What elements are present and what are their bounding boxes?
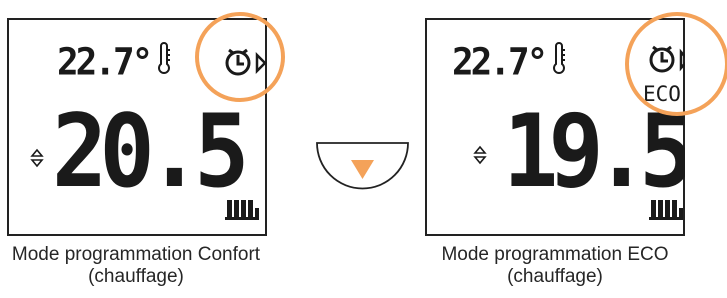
caption-line1: Mode programmation Confort bbox=[11, 244, 261, 265]
room-temperature: 22.7° bbox=[452, 40, 545, 84]
caption-line2: (chauffage) bbox=[88, 266, 184, 287]
caption-eco: Mode programmation ECO (chauffage) bbox=[405, 244, 705, 288]
caption-line2: (chauffage) bbox=[507, 266, 603, 287]
caption-line1: Mode programmation ECO bbox=[441, 244, 669, 265]
thermostat-screen-eco: 22.7° ECO 19.5 bbox=[425, 18, 685, 236]
thermostat-screen-confort: 22.7° 20.5 bbox=[7, 18, 267, 236]
caption-confort: Mode programmation Confort (chauffage) bbox=[0, 244, 286, 288]
setpoint-temperature: 20.5 bbox=[52, 92, 244, 210]
setpoint-temperature: 19.5 bbox=[503, 92, 685, 210]
down-button[interactable] bbox=[315, 141, 410, 196]
room-temperature: 22.7° bbox=[57, 40, 150, 84]
